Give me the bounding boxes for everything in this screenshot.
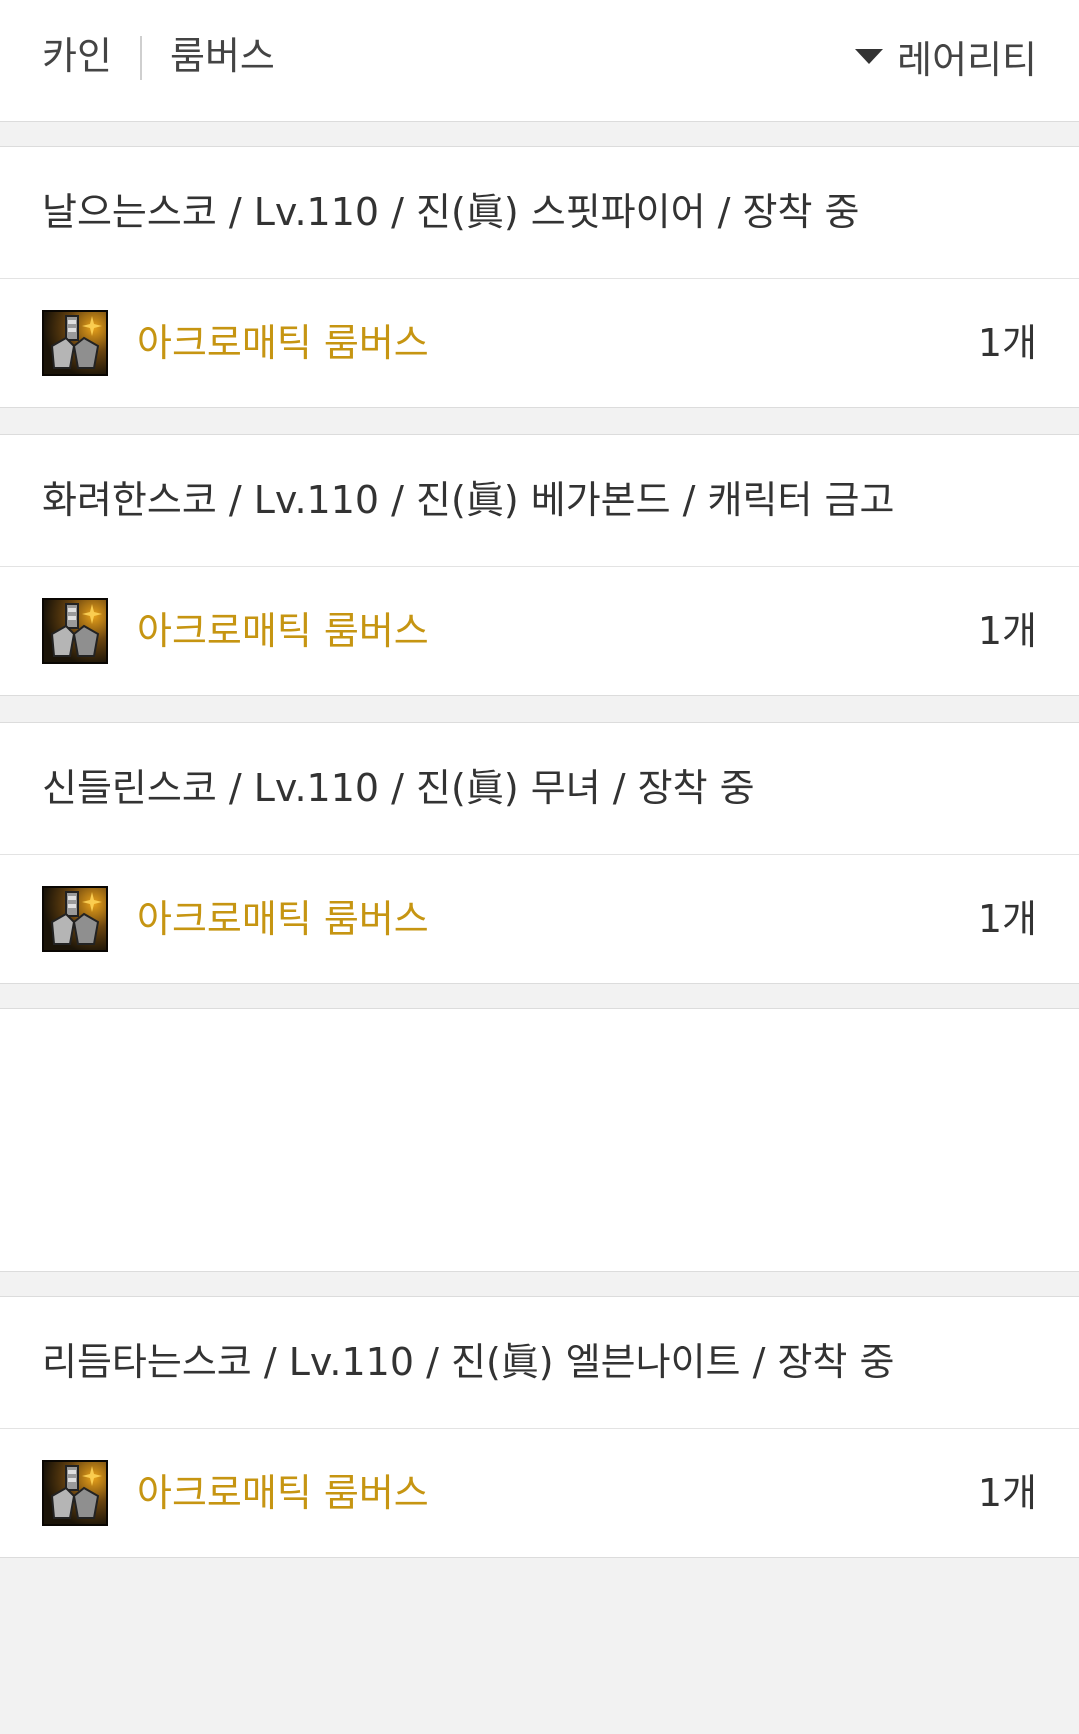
item-row[interactable]: 아크로매틱 룸버스 1개 xyxy=(0,279,1079,407)
character-row[interactable]: 리듬타는스코 / Lv.110 / 진(眞) 엘븐나이트 / 장착 중 xyxy=(0,1297,1079,1429)
item-count: 1개 xyxy=(977,1471,1037,1515)
character-entry-card: 화려한스코 / Lv.110 / 진(眞) 베가본드 / 캐릭터 금고 아크로매… xyxy=(0,434,1079,696)
character-row[interactable]: 날으는스코 / Lv.110 / 진(眞) 스핏파이어 / 장착 중 xyxy=(0,147,1079,279)
waist-armor-item-icon xyxy=(42,1460,108,1526)
character-row[interactable]: 신들린스코 / Lv.110 / 진(眞) 무녀 / 장착 중 xyxy=(0,723,1079,855)
waist-armor-item-icon xyxy=(42,886,108,952)
item-row[interactable]: 아크로매틱 룸버스 1개 xyxy=(0,1429,1079,1557)
item-name: 아크로매틱 룸버스 xyxy=(137,609,429,653)
character-entry-card: 날으는스코 / Lv.110 / 진(眞) 스핏파이어 / 장착 중 아크로매틱… xyxy=(0,146,1079,408)
waist-armor-item-icon xyxy=(42,310,108,376)
item-count: 1개 xyxy=(977,609,1037,653)
item-count: 1개 xyxy=(977,897,1037,941)
character-info: 날으는스코 / Lv.110 / 진(眞) 스핏파이어 / 장착 중 xyxy=(42,190,860,234)
character-row[interactable]: 화려한스코 / Lv.110 / 진(眞) 베가본드 / 캐릭터 금고 xyxy=(0,435,1079,567)
waist-armor-item-icon xyxy=(42,598,108,664)
item-row[interactable]: 아크로매틱 룸버스 1개 xyxy=(0,567,1079,695)
character-info: 리듬타는스코 / Lv.110 / 진(眞) 엘븐나이트 / 장착 중 xyxy=(42,1340,895,1384)
item-row[interactable]: 아크로매틱 룸버스 1개 xyxy=(0,855,1079,983)
caret-down-icon xyxy=(855,48,884,64)
character-info: 화려한스코 / Lv.110 / 진(眞) 베가본드 / 캐릭터 금고 xyxy=(42,478,895,522)
breadcrumb-divider xyxy=(140,36,142,80)
item-name: 아크로매틱 룸버스 xyxy=(137,321,429,365)
character-entry-card: 신들린스코 / Lv.110 / 진(眞) 무녀 / 장착 중 아크로매틱 룸버… xyxy=(0,722,1079,984)
sort-label: 레어리티 xyxy=(897,37,1037,82)
rarity-sort-dropdown[interactable]: 레어리티 xyxy=(855,32,1037,82)
item-count: 1개 xyxy=(977,321,1037,365)
header-bar: 카인 룸버스 레어리티 xyxy=(0,0,1079,122)
character-info: 신들린스코 / Lv.110 / 진(眞) 무녀 / 장착 중 xyxy=(42,766,755,810)
character-entry-card: 리듬타는스코 / Lv.110 / 진(眞) 엘븐나이트 / 장착 중 아크로매… xyxy=(0,1296,1079,1558)
server-name[interactable]: 카인 xyxy=(42,32,112,80)
item-name: 아크로매틱 룸버스 xyxy=(137,897,429,941)
searched-item-name[interactable]: 룸버스 xyxy=(170,32,275,80)
empty-entry-card xyxy=(0,1008,1079,1272)
item-name: 아크로매틱 룸버스 xyxy=(137,1471,429,1515)
